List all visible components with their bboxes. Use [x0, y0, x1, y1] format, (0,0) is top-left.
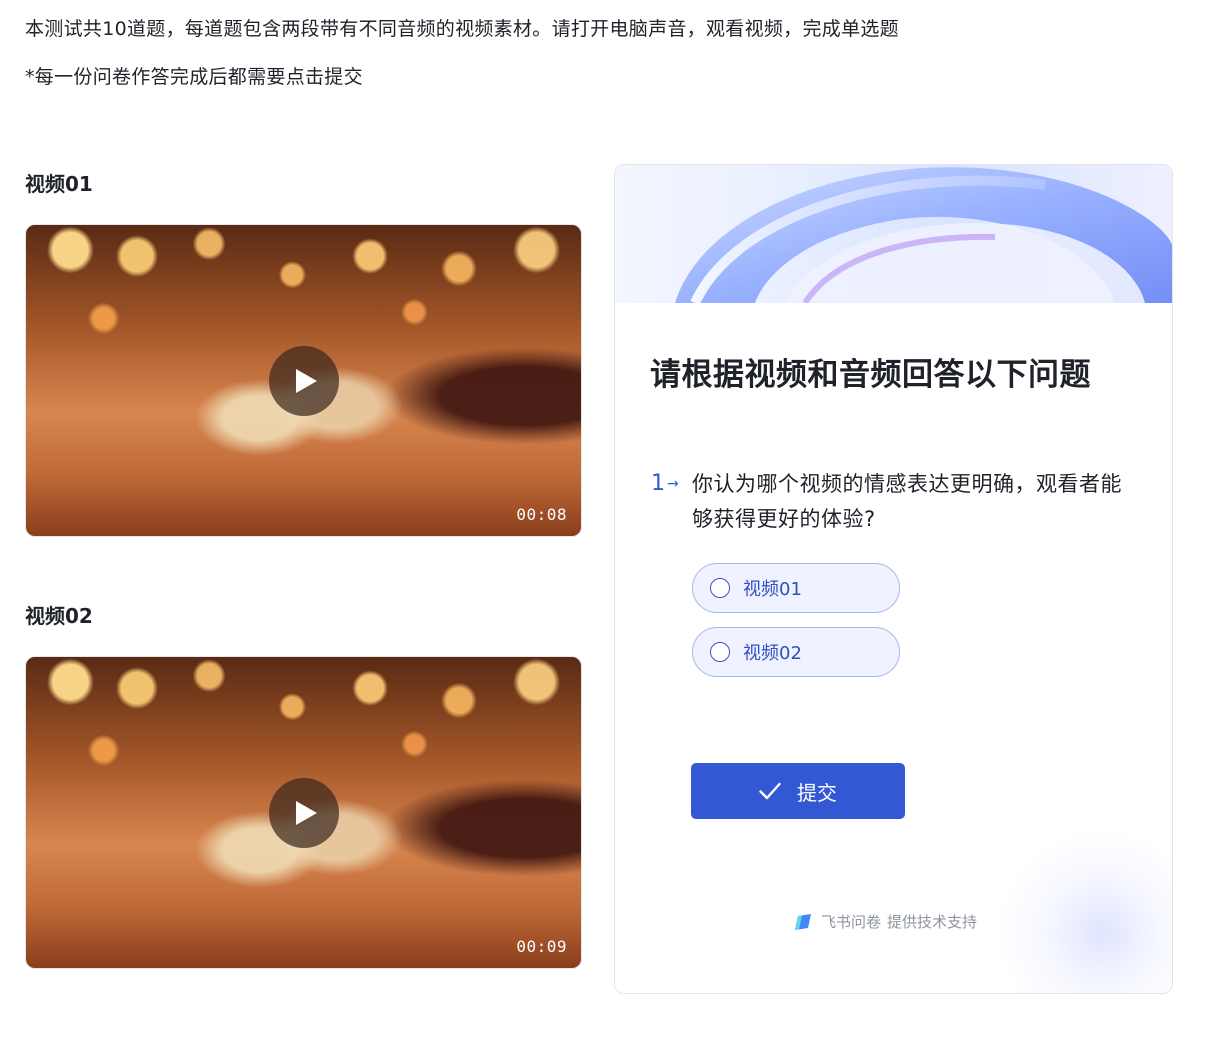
video-01-player[interactable]: 00:08 [25, 224, 582, 537]
video-02-player[interactable]: 00:09 [25, 656, 582, 969]
powered-suffix: 提供技术支持 [887, 913, 978, 931]
checkmark-icon [759, 782, 781, 800]
question-number: 1 → [651, 471, 679, 496]
intro-line-1: 本测试共10道题，每道题包含两段带有不同音频的视频素材。请打开电脑声音，观看视频… [25, 18, 899, 40]
arrow-right-icon: → [667, 475, 679, 492]
question-number-text: 1 [651, 471, 665, 496]
video-duration: 00:09 [516, 937, 567, 956]
intro-line-2: *每一份问卷作答完成后都需要点击提交 [25, 66, 363, 88]
question-text: 你认为哪个视频的情感表达更明确，观看者能够获得更好的体验? [692, 472, 1122, 531]
form-banner [615, 165, 1172, 303]
radio-icon[interactable] [710, 578, 730, 598]
option-video-01[interactable]: 视频01 [692, 563, 900, 613]
feishu-survey-logo-icon [795, 913, 811, 930]
option-label: 视频02 [743, 643, 802, 664]
video-duration: 00:08 [516, 505, 567, 524]
video-02-title: 视频02 [25, 604, 93, 628]
form-title: 请根据视频和音频回答以下问题 [650, 357, 1091, 393]
powered-by: 飞书问卷 提供技术支持 [793, 911, 977, 932]
submit-label: 提交 [797, 780, 837, 805]
survey-form-card: 请根据视频和音频回答以下问题 1 → 你认为哪个视频的情感表达更明确，观看者能够… [614, 164, 1173, 994]
video-01-title: 视频01 [25, 172, 93, 196]
submit-button[interactable]: 提交 [691, 763, 905, 819]
brand-name: 飞书问卷 [821, 913, 882, 931]
decorative-glow [992, 833, 1172, 993]
option-video-02[interactable]: 视频02 [692, 627, 900, 677]
play-icon[interactable] [268, 345, 339, 416]
radio-icon[interactable] [710, 642, 730, 662]
play-icon[interactable] [268, 777, 339, 848]
option-label: 视频01 [743, 579, 802, 600]
